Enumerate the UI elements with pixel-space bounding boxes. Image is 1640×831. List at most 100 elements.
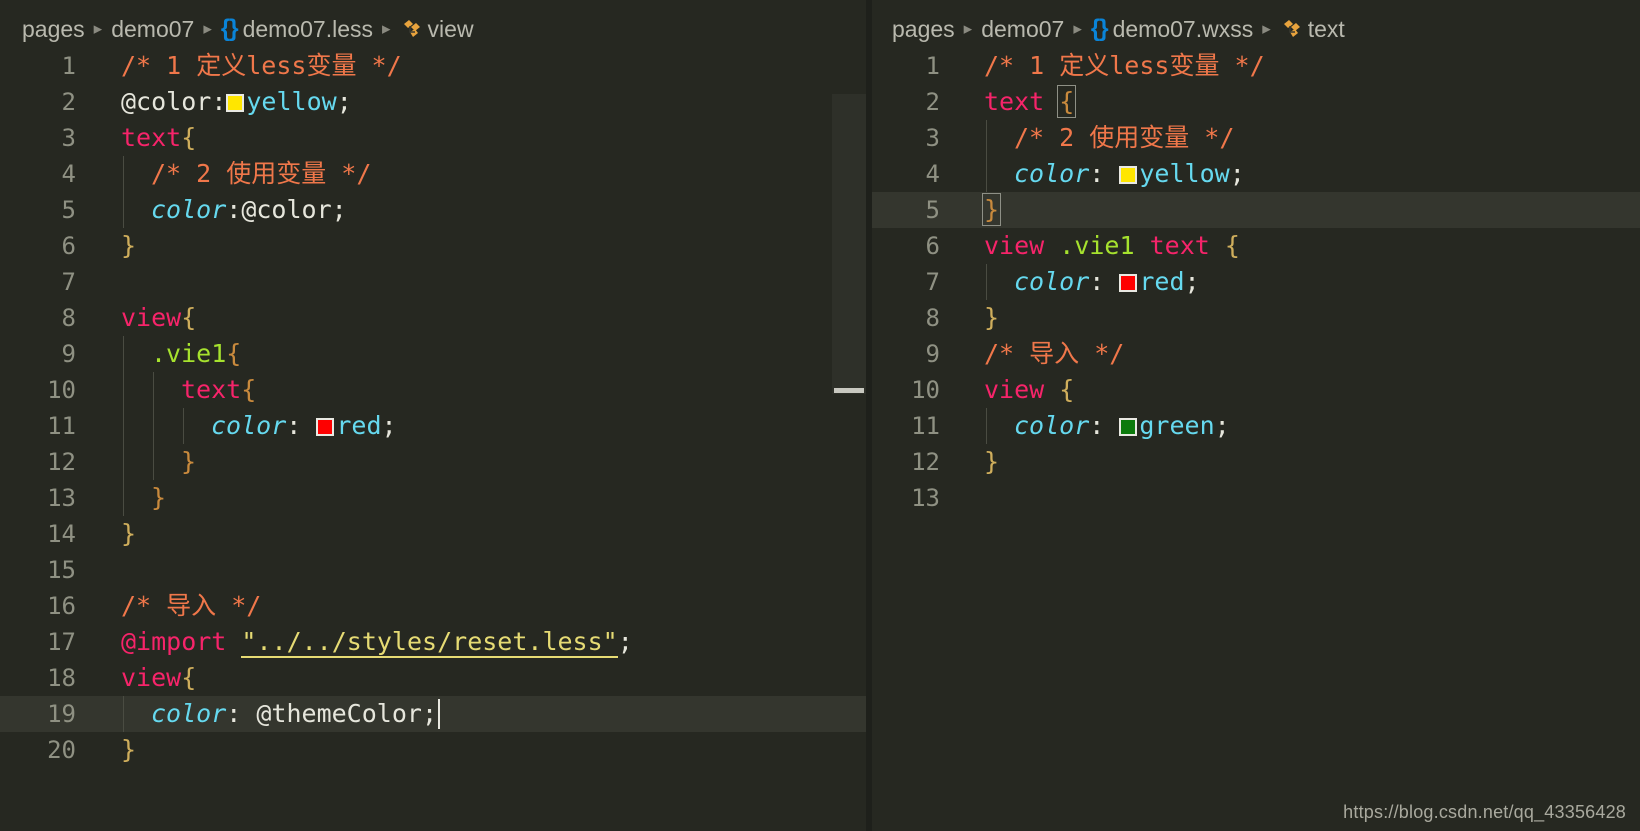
code-comment: /* 1 定义less变量 */ — [984, 51, 1265, 80]
code-property: color — [211, 411, 287, 440]
code-line[interactable]: 6 view .vie1 text { — [872, 228, 1640, 264]
line-number: 8 — [925, 304, 940, 332]
line-number: 15 — [47, 556, 76, 584]
code-line-text: } — [984, 444, 999, 480]
breadcrumb-item-3[interactable]: view — [400, 16, 474, 43]
code-line[interactable]: 20} — [0, 732, 866, 768]
color-swatch-red[interactable] — [316, 418, 335, 436]
chevron-right-icon: ▸ — [203, 19, 212, 38]
code-line[interactable]: 9 /* 导入 */ — [872, 336, 1640, 372]
code-line[interactable]: 15 — [0, 552, 866, 588]
code-line[interactable]: 14} — [0, 516, 866, 552]
code-line[interactable]: 11 color: red; — [0, 408, 866, 444]
code-line-text: /* 2 使用变量 */ — [1014, 120, 1234, 156]
code-comment: /* 2 使用变量 */ — [151, 159, 372, 188]
code-line[interactable]: 4 color: yellow; — [872, 156, 1640, 192]
code-variable: @color — [241, 195, 332, 224]
code-line[interactable]: 9 .vie1{ — [0, 336, 866, 372]
code-line-text: } — [121, 732, 136, 768]
breadcrumb-left[interactable]: pages ▸ demo07 ▸ {} demo07.less ▸ view — [0, 10, 866, 48]
code-line-text: } — [181, 444, 196, 480]
color-swatch-red[interactable] — [1119, 274, 1138, 292]
code-line[interactable]: 16 /* 导入 */ — [0, 588, 866, 624]
code-selector-tag: text — [984, 87, 1045, 116]
code-line[interactable]: 3 text{ — [0, 120, 866, 156]
code-line-text: /* 2 使用变量 */ — [151, 156, 371, 192]
code-comment: /* 2 使用变量 */ — [1014, 123, 1235, 152]
code-line[interactable]: 8 view{ — [0, 300, 866, 336]
code-line[interactable]: 8} — [872, 300, 1640, 336]
code-line[interactable]: 10 view { — [872, 372, 1640, 408]
code-value: yellow — [246, 87, 337, 116]
code-property: color — [151, 195, 227, 224]
code-line-text: view .vie1 text { — [984, 228, 1240, 264]
code-brace-matched: } — [981, 193, 1002, 226]
breadcrumb-label: view — [427, 15, 474, 42]
code-line[interactable]: 2 text { — [872, 84, 1640, 120]
code-line[interactable]: 12} — [0, 444, 866, 480]
code-area-right[interactable]: 1 /* 1 定义less变量 */ 2 text {3/* 2 使用变量 */4 co… — [872, 48, 1640, 831]
breadcrumb-item-3[interactable]: text — [1280, 16, 1345, 43]
line-number: 1 — [925, 52, 940, 80]
line-number: 5 — [925, 196, 940, 224]
code-line-text: text{ — [181, 372, 256, 408]
code-comment: /* 导入 */ — [984, 339, 1125, 368]
code-line[interactable]: 13 — [872, 480, 1640, 516]
line-number: 19 — [47, 700, 76, 728]
code-punctuation: ; — [1184, 267, 1200, 296]
breadcrumb-right[interactable]: pages ▸ demo07 ▸ {} demo07.wxss ▸ text — [872, 10, 1640, 48]
code-brace: { — [181, 663, 197, 692]
code-line[interactable]: 1 /* 1 定义less变量 */ — [0, 48, 866, 84]
breadcrumb-item-0[interactable]: pages — [892, 16, 955, 43]
chevron-right-icon: ▸ — [382, 19, 391, 38]
breadcrumb-item-2[interactable]: {} demo07.wxss — [1091, 15, 1253, 43]
color-swatch-green[interactable] — [1119, 418, 1138, 436]
code-selector-class: .vie1 — [1059, 231, 1135, 260]
code-line[interactable]: 19 color: @themeColor; — [0, 696, 866, 732]
code-punctuation: : — [211, 87, 227, 116]
code-line[interactable]: 2 @color: yellow; — [0, 84, 866, 120]
breadcrumb-label: pages — [22, 15, 85, 42]
color-swatch-yellow[interactable] — [1119, 166, 1138, 184]
code-comment: /* 1 定义less变量 */ — [121, 51, 402, 80]
code-line[interactable]: 7 — [0, 264, 866, 300]
scrollbar-thumb[interactable] — [832, 94, 866, 394]
code-brace: } — [181, 447, 197, 476]
line-number: 17 — [47, 628, 76, 656]
code-variable: @themeColor — [256, 699, 422, 728]
code-area-left[interactable]: 1/* 1 定义less变量 */2 @color: yellow; 3 text{4/… — [0, 48, 866, 831]
code-punctuation: ; — [331, 195, 347, 224]
code-property: color — [1014, 267, 1090, 296]
chevron-right-icon: ▸ — [1073, 19, 1082, 38]
code-line-text: } — [984, 300, 999, 336]
code-selector-class: .vie1 — [151, 339, 227, 368]
line-number: 4 — [61, 160, 76, 188]
scrollbar-left[interactable] — [832, 10, 866, 831]
code-punctuation: ; — [1229, 159, 1245, 188]
breadcrumb-item-2[interactable]: {} demo07.less — [221, 15, 373, 43]
code-line[interactable]: 3 /* 2 使用变量 */ — [872, 120, 1640, 156]
code-line[interactable]: 13} — [0, 480, 866, 516]
code-line[interactable]: 12} — [872, 444, 1640, 480]
code-line[interactable]: 11 color: green; — [872, 408, 1640, 444]
code-selector-tag: text — [181, 375, 242, 404]
code-brace: { — [241, 375, 257, 404]
code-line[interactable]: 1 /* 1 定义less变量 */ — [872, 48, 1640, 84]
code-line[interactable]: 17 @import "../../styles/reset.less"; — [0, 624, 866, 660]
code-line[interactable]: 5} — [872, 192, 1640, 228]
breadcrumb-item-1[interactable]: demo07 — [111, 16, 194, 43]
code-line[interactable]: 4 /* 2 使用变量 */ — [0, 156, 866, 192]
code-line-text: /* 1 定义less变量 */ — [984, 48, 1265, 84]
code-line-text: color:@color; — [151, 192, 347, 228]
breadcrumb-item-0[interactable]: pages — [22, 16, 85, 43]
breadcrumb-item-1[interactable]: demo07 — [981, 16, 1064, 43]
code-line[interactable]: 5 color:@color; — [0, 192, 866, 228]
code-line[interactable]: 18 view{ — [0, 660, 866, 696]
code-line[interactable]: 10 text{ — [0, 372, 866, 408]
code-line[interactable]: 6} — [0, 228, 866, 264]
code-line[interactable]: 7 color: red; — [872, 264, 1640, 300]
color-swatch-yellow[interactable] — [226, 94, 245, 112]
